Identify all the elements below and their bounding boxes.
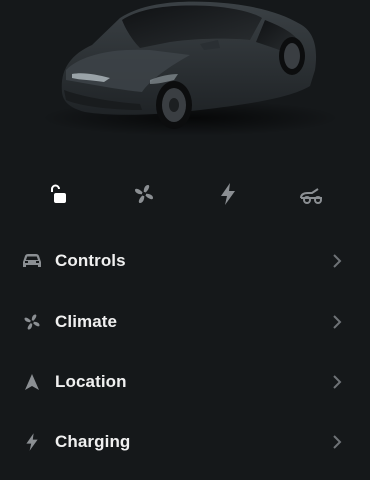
chevron-right-icon	[330, 370, 344, 394]
menu-item-location[interactable]: Location	[0, 354, 370, 410]
menu-item-label: Climate	[55, 312, 118, 331]
menu-item-controls[interactable]: Controls	[0, 233, 370, 289]
menu-item-label: Charging	[55, 432, 131, 451]
charge-quick-button[interactable]	[206, 172, 250, 216]
fan-icon	[20, 310, 44, 334]
fan-icon	[135, 185, 153, 203]
bolt-icon	[221, 183, 235, 205]
vehicle-image[interactable]	[0, 0, 370, 150]
menu-item-label: Controls	[55, 251, 126, 270]
frunk-icon	[300, 188, 322, 204]
car-icon	[20, 249, 44, 273]
menu-item-label: Location	[55, 372, 127, 391]
chevron-right-icon	[330, 430, 344, 454]
chevron-right-icon	[330, 310, 344, 334]
chevron-right-icon	[330, 249, 344, 273]
unlock-icon	[51, 184, 66, 203]
bolt-icon	[20, 430, 44, 454]
climate-quick-button[interactable]	[122, 172, 166, 216]
trunk-quick-button[interactable]	[290, 172, 334, 216]
navigation-arrow-icon	[20, 370, 44, 394]
car-render-icon	[40, 1, 340, 136]
menu-item-climate[interactable]: Climate	[0, 294, 370, 350]
quick-controls-bar	[0, 172, 370, 216]
lock-toggle-button[interactable]	[36, 172, 80, 216]
menu-item-charging[interactable]: Charging	[0, 414, 370, 470]
